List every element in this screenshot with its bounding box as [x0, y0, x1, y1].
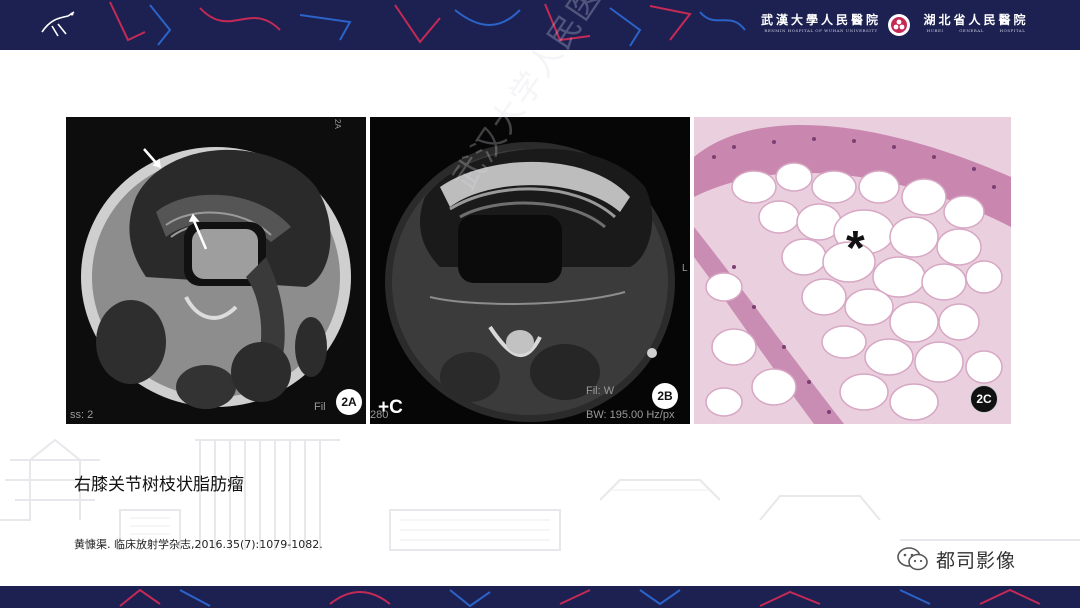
- panel-2a-bottom-text: ss: 2: [70, 409, 94, 421]
- footer-decoration: [119, 588, 1041, 608]
- panel-2b-marker-text: L: [682, 263, 688, 274]
- panel-2c-label: 2C: [970, 385, 998, 413]
- panel-2a-corner-text: 2A: [333, 119, 342, 129]
- hospital-2-subtitle: HUBEI GENERAL HOSPITAL: [926, 28, 1026, 33]
- hospital-1-name: 武漢大學人民醫院 RENMIN HOSPITAL OF WUHAN UNIVER…: [758, 13, 884, 34]
- hospital-1-subtitle: RENMIN HOSPITAL OF WUHAN UNIVERSITY: [764, 28, 878, 33]
- brand-name: 都司影像: [936, 549, 1017, 572]
- histology-panel-2c: * 2C: [694, 117, 1011, 424]
- wechat-icon: [897, 547, 928, 571]
- hospital-1-title: 武漢大學人民醫院: [760, 13, 881, 27]
- mri-image-2b: [370, 117, 690, 424]
- hospital-2-title: 湖北省人民醫院: [923, 13, 1029, 27]
- asterisk-marker: *: [846, 222, 865, 275]
- mri-image-2a: [66, 117, 366, 424]
- panel-2a-side-text: Fil: [314, 401, 326, 413]
- mri-panel-2b: Fil: W BW: 195.00 Hz/px L 280 2B: [370, 117, 690, 424]
- figure-caption: 右膝关节树枝状脂肪瘤: [74, 475, 244, 495]
- crane-logo-icon: [41, 11, 75, 37]
- panel-2b-label: 2B: [652, 383, 678, 409]
- panel-2a-label: 2A: [336, 389, 362, 415]
- hospital-emblem-icon: [888, 14, 910, 36]
- brand-watermark: 都司影像: [896, 544, 1016, 574]
- panel-2b-side-text: Fil: W: [586, 385, 615, 397]
- contrast-label: +C: [378, 397, 403, 418]
- mri-panel-2a: ss: 2 Fil 2A 2A: [66, 117, 366, 424]
- footer-bar: [0, 586, 1080, 608]
- hospital-2-name: 湖北省人民醫院 HUBEI GENERAL HOSPITAL: [912, 13, 1040, 34]
- reference-citation: 黄慷渠. 临床放射学杂志,2016.35(7):1079-1082.: [74, 538, 323, 551]
- panel-2b-bottom-text: BW: 195.00 Hz/px: [586, 409, 675, 421]
